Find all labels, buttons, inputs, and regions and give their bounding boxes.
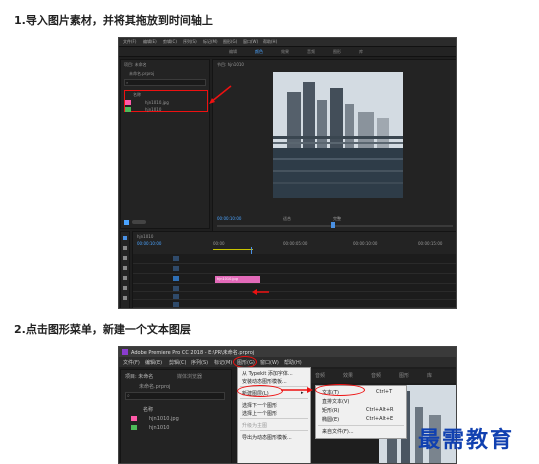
menu-divider xyxy=(318,425,404,426)
submenu-item-vertical-text[interactable]: 直排文本(V) xyxy=(322,398,349,405)
submenu-item-rectangle[interactable]: 矩形(R) xyxy=(322,407,339,414)
menu-divider xyxy=(240,418,308,419)
label-color-green xyxy=(131,425,137,430)
highlight-new-layer xyxy=(237,385,283,397)
menu-sequence[interactable]: 序列(S) xyxy=(191,359,208,366)
project-panel-title: 项目: 未命名 xyxy=(125,374,154,380)
menu-item-install-template[interactable]: 安装动态图形模板... xyxy=(242,378,287,385)
submenu-shortcut-rectangle: Ctrl+Alt+R xyxy=(366,407,394,413)
arrow-to-submenu xyxy=(281,387,313,393)
submenu-item-ellipse[interactable]: 椭圆(E) xyxy=(322,416,339,423)
window-title: Adobe Premiere Pro CC 2018 - E:\PR\未命名.p… xyxy=(131,350,255,356)
project-panel: 项目: 未命名 媒体浏览器 未命名.prproj ⌕ 名称 hjn1010.jp… xyxy=(120,369,232,463)
menu-marker[interactable]: 标记(M) xyxy=(214,359,232,366)
watermark: 最需教育 xyxy=(418,427,515,453)
window-titlebar: Adobe Premiere Pro CC 2018 - E:\PR\未命名.p… xyxy=(119,347,456,357)
project-search-input[interactable]: ⌕ xyxy=(125,392,225,400)
menu-window[interactable]: 窗口(W) xyxy=(260,359,279,366)
menu-item-export-template[interactable]: 导出为动态图形模板... xyxy=(242,434,292,441)
menu-file[interactable]: 文件(F) xyxy=(123,359,140,366)
premiere-screenshot-2: Adobe Premiere Pro CC 2018 - E:\PR\未命名.p… xyxy=(118,346,457,464)
ws-tab-4[interactable]: 图形 xyxy=(399,372,409,379)
submenu-item-from-file[interactable]: 来自文件(F)... xyxy=(322,428,354,435)
arrow-to-project-item xyxy=(210,85,232,103)
ws-tab-3[interactable]: 音频 xyxy=(371,372,381,379)
menu-help[interactable]: 帮助(H) xyxy=(284,359,302,366)
drag-arrow-overlay xyxy=(209,85,269,295)
step1-title: 1.导入图片素材，并将其拖放到时间轴上 xyxy=(14,14,213,27)
menu-divider xyxy=(240,398,308,399)
workspace-bar: 音频 效果 音频 图形 库 xyxy=(309,369,456,383)
ws-tab-5[interactable]: 库 xyxy=(427,372,432,379)
highlight-text-item xyxy=(315,384,365,396)
menu-item-select-next[interactable]: 选择下一个图形 xyxy=(242,402,277,409)
search-icon: ⌕ xyxy=(127,393,130,399)
ws-tab-1[interactable]: 音频 xyxy=(315,372,325,379)
submenu-shortcut-text: Ctrl+T xyxy=(376,389,393,395)
media-browser-tab[interactable]: 媒体浏览器 xyxy=(177,373,202,380)
graphics-menu-dropdown: 从 Typekit 添加字体... 安装动态图形模板... 新建图层(L) ▸ … xyxy=(237,367,311,463)
menu-item-typekit[interactable]: 从 Typekit 添加字体... xyxy=(242,370,293,377)
submenu-shortcut-ellipse: Ctrl+Alt+E xyxy=(366,416,394,422)
app-icon xyxy=(122,349,128,355)
menu-item-upgrade-master[interactable]: 升级为主图 xyxy=(242,422,267,429)
premiere-screenshot-1: 文件(F) 编辑(E) 剪辑(C) 序列(S) 标记(M) 图形(G) 窗口(W… xyxy=(118,37,457,309)
project-item-sequence[interactable]: hjn1010 xyxy=(149,425,169,431)
project-item-image[interactable]: hjn1010.jpg xyxy=(149,416,179,422)
project-file-name: 未命名.prproj xyxy=(139,384,171,390)
menu-item-select-prev[interactable]: 选择上一个图形 xyxy=(242,410,277,417)
menu-bar: 文件(F) 编辑(E) 剪辑(C) 序列(S) 标记(M) 图形(G) 窗口(W… xyxy=(119,357,456,367)
ws-tab-2[interactable]: 效果 xyxy=(343,372,353,379)
menu-divider xyxy=(240,430,308,431)
project-col-name: 名称 xyxy=(143,407,154,413)
menu-clip[interactable]: 剪辑(C) xyxy=(169,359,186,366)
step2-title: 2.点击图形菜单，新建一个文本图层 xyxy=(14,323,191,336)
label-color-pink xyxy=(131,416,137,421)
menu-edit[interactable]: 编辑(E) xyxy=(145,359,162,366)
